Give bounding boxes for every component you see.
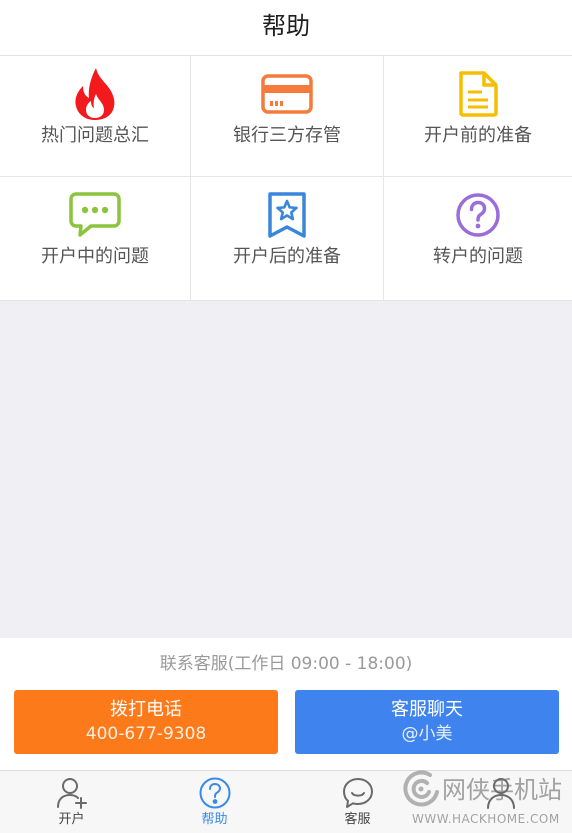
chat-smile-icon bbox=[341, 776, 375, 810]
service-chat-button[interactable]: 客服聊天 @小美 bbox=[295, 690, 559, 754]
tab-label: 开户 bbox=[58, 812, 85, 827]
call-button-title: 拨打电话 bbox=[110, 699, 182, 720]
category-after-opening[interactable]: 开户后的准备 bbox=[191, 177, 384, 300]
category-label: 转户的问题 bbox=[433, 246, 523, 267]
bookmark-star-icon bbox=[260, 189, 314, 241]
fire-icon bbox=[68, 68, 122, 120]
tab-label: 客服 bbox=[344, 812, 371, 827]
category-label: 热门问题总汇 bbox=[41, 125, 149, 146]
header-bar: 帮助 bbox=[0, 0, 572, 56]
page-title: 帮助 bbox=[262, 11, 310, 40]
category-hot-questions[interactable]: 热门问题总汇 bbox=[0, 56, 191, 177]
tab-user[interactable] bbox=[429, 771, 572, 833]
category-during-opening[interactable]: 开户中的问题 bbox=[0, 177, 191, 300]
category-label: 开户后的准备 bbox=[233, 246, 341, 267]
user-add-icon bbox=[55, 776, 89, 810]
question-circle-icon bbox=[451, 189, 505, 241]
category-label: 银行三方存管 bbox=[233, 125, 341, 146]
category-bank-custody[interactable]: 银行三方存管 bbox=[191, 56, 384, 177]
tab-open-account[interactable]: 开户 bbox=[0, 771, 143, 833]
contact-section: 联系客服(工作日 09:00 - 18:00) 拨打电话 400-677-930… bbox=[0, 638, 572, 770]
bank-card-icon bbox=[260, 68, 314, 120]
bottom-tab-bar: 开户 帮助 客服 bbox=[0, 770, 572, 833]
help-circle-icon bbox=[198, 776, 232, 810]
category-label: 开户中的问题 bbox=[41, 246, 149, 267]
chat-button-agent: @小美 bbox=[401, 724, 453, 744]
service-hours-text: 联系客服(工作日 09:00 - 18:00) bbox=[159, 654, 413, 674]
chat-bubble-icon bbox=[68, 189, 122, 241]
tab-label: 帮助 bbox=[201, 812, 228, 827]
category-transfer[interactable]: 转户的问题 bbox=[384, 177, 572, 300]
call-phone-button[interactable]: 拨打电话 400-677-9308 bbox=[14, 690, 278, 754]
document-icon bbox=[451, 68, 505, 120]
call-button-number: 400-677-9308 bbox=[85, 724, 207, 744]
category-before-opening[interactable]: 开户前的准备 bbox=[384, 56, 572, 177]
category-label: 开户前的准备 bbox=[424, 125, 532, 146]
help-category-grid: 热门问题总汇 银行三方存管 开户前的准备 开户中的问题 开户后的准备 转户的问题 bbox=[0, 56, 572, 301]
tab-help[interactable]: 帮助 bbox=[143, 771, 286, 833]
tab-customer-service[interactable]: 客服 bbox=[286, 771, 429, 833]
user-icon bbox=[484, 776, 518, 810]
chat-button-title: 客服聊天 bbox=[391, 699, 463, 720]
